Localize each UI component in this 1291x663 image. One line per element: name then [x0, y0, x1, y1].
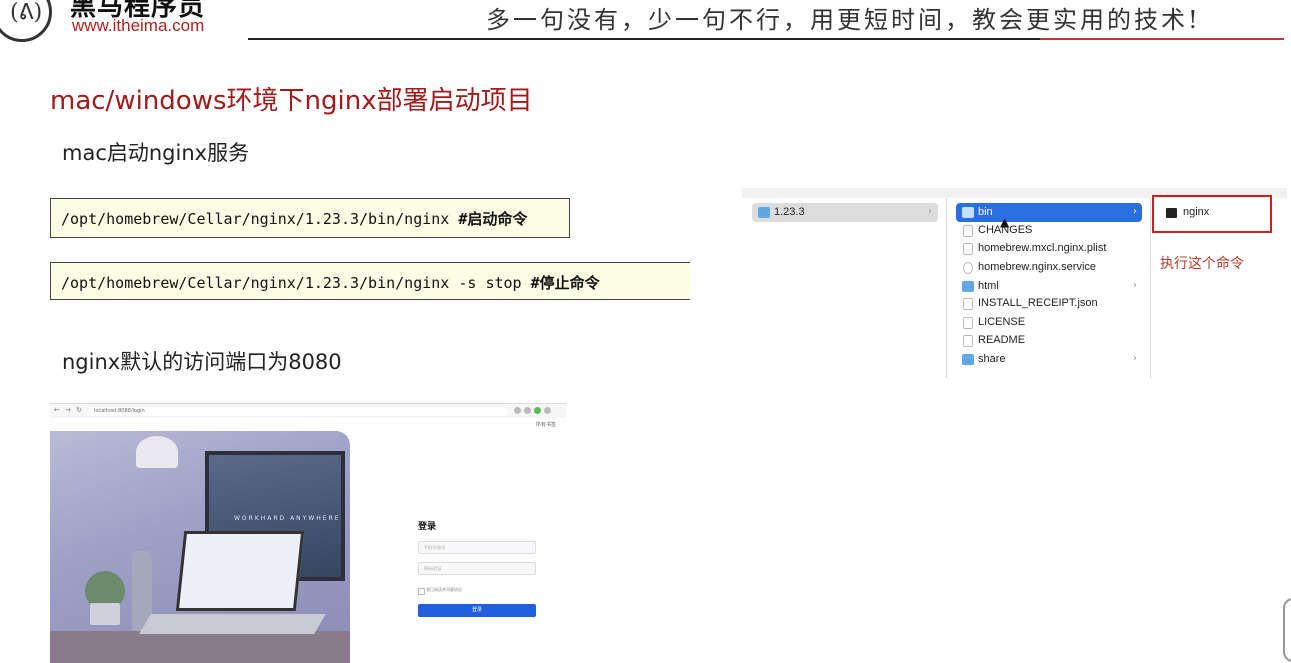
finder-item-nginx[interactable]: nginx	[1183, 206, 1209, 218]
chevron-right-icon: ›	[928, 206, 932, 217]
login-button[interactable]: 登录	[418, 604, 536, 617]
scroll-indicator[interactable]	[1283, 598, 1291, 662]
laptop-base-shape	[139, 614, 326, 634]
stop-command-comment: #停止命令	[530, 274, 600, 292]
finder-item-label: bin	[978, 206, 993, 218]
start-command: /opt/homebrew/Cellar/nginx/1.23.3/bin/ng…	[61, 210, 459, 228]
stop-command-box: /opt/homebrew/Cellar/nginx/1.23.3/bin/ng…	[50, 262, 690, 300]
brand-url: www.itheima.com	[72, 16, 205, 35]
extension-icon[interactable]	[514, 407, 521, 414]
header-divider-accent	[1040, 38, 1284, 40]
subtitle-port: nginx默认的访问端口为8080	[62, 350, 342, 374]
file-icon	[963, 298, 973, 310]
column-divider	[946, 198, 947, 378]
file-icon	[963, 262, 973, 274]
folder-icon	[962, 354, 974, 365]
menu-icon[interactable]	[544, 407, 551, 414]
annotation-note: 执行这个命令	[1160, 256, 1244, 272]
finder-item-license[interactable]: LICENSE	[978, 316, 1025, 328]
file-icon	[963, 243, 973, 255]
bookmarks-label[interactable]: 所有书签	[536, 421, 556, 428]
extension-icon[interactable]	[524, 407, 531, 414]
browser-screenshot: ← → ↻ localhost:8080/login 所有书签 WORKHARD…	[50, 403, 566, 663]
profile-icon[interactable]	[534, 407, 541, 414]
finder-item-html[interactable]: html	[978, 280, 999, 292]
chevron-right-icon: ›	[1133, 280, 1137, 291]
login-title: 登录	[418, 522, 437, 532]
subtitle-start: mac启动nginx服务	[62, 141, 250, 165]
column-divider	[1150, 198, 1151, 378]
finder-item-service[interactable]: homebrew.nginx.service	[978, 261, 1096, 273]
username-input[interactable]: 手机号/账号	[418, 541, 536, 554]
folder-icon	[962, 207, 974, 218]
reload-icon[interactable]: ↻	[76, 406, 82, 414]
hero-photo: WORKHARD ANYWHERE	[50, 431, 350, 663]
slogan: 多一句没有，少一句不行，用更短时间，教会更实用的技术!	[486, 6, 1201, 34]
file-icon	[963, 335, 973, 347]
start-command-comment: #启动命令	[458, 210, 528, 228]
chevron-right-icon: ›	[1133, 206, 1137, 217]
agree-checkbox[interactable]	[418, 588, 425, 595]
finder-item-share[interactable]: share	[978, 353, 1006, 365]
lamp-shape	[136, 436, 178, 468]
finder-item-readme[interactable]: README	[978, 334, 1025, 346]
finder-item-install-receipt[interactable]: INSTALL_RECEIPT.json	[978, 297, 1098, 309]
start-command-box: /opt/homebrew/Cellar/nginx/1.23.3/bin/ng…	[50, 198, 570, 238]
address-bar[interactable]: localhost:8080/login	[88, 407, 508, 416]
logo-icon: (ᕕ)	[10, 0, 43, 25]
executable-icon	[1166, 208, 1177, 218]
finder-item-changes[interactable]: CHANGES	[978, 224, 1032, 236]
stop-command: /opt/homebrew/Cellar/nginx/1.23.3/bin/ng…	[61, 274, 531, 292]
finder-item-label: 1.23.3	[774, 206, 805, 218]
chevron-right-icon: ›	[1133, 353, 1137, 364]
pot-shape	[90, 603, 120, 625]
desk-shape	[50, 631, 350, 663]
laptop-screen-shape	[175, 531, 305, 611]
forward-icon[interactable]: →	[65, 406, 71, 414]
file-icon	[963, 225, 973, 237]
password-input[interactable]: 密码/验证	[418, 562, 536, 575]
monitor-text: WORKHARD ANYWHERE	[234, 515, 341, 522]
back-icon[interactable]: ←	[54, 406, 60, 414]
folder-icon	[962, 281, 974, 292]
finder-item-plist[interactable]: homebrew.mxcl.nginx.plist	[978, 242, 1106, 254]
file-icon	[963, 317, 973, 329]
folder-icon	[758, 207, 770, 218]
agree-label: 我已阅读并同意协议	[426, 587, 462, 592]
slide-title: mac/windows环境下nginx部署启动项目	[50, 86, 533, 116]
